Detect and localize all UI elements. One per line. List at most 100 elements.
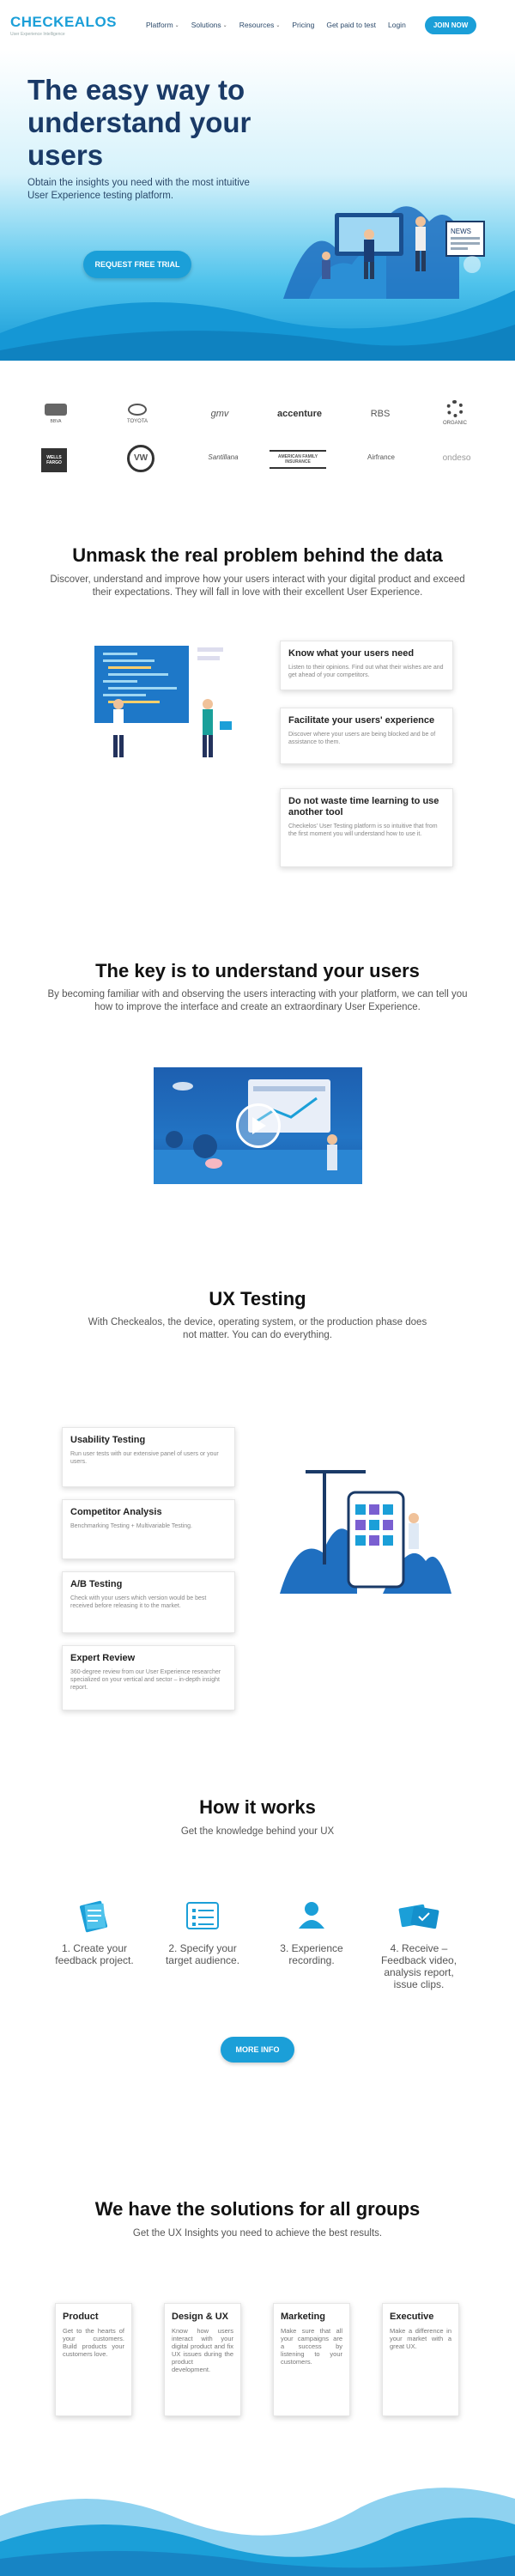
feature-card-text: Discover where your users are being bloc… <box>288 732 436 745</box>
chevron-down-icon: ⌄ <box>222 22 227 28</box>
step-target-audience: 2. Specify your target audience. <box>165 1942 240 1966</box>
client-logo: WELLS FARGO <box>41 448 67 472</box>
group-card-title: Product <box>63 2312 99 2322</box>
feature-card-facilitate: Facilitate your users' experience Discov… <box>280 708 453 764</box>
client-logo: AMERICAN FAMILY INSURANCE <box>270 450 326 469</box>
group-card-title: Design & UX <box>172 2312 229 2322</box>
feedback-cards-icon <box>398 1904 439 1929</box>
group-card-text: Make a difference in your market with a … <box>390 2327 451 2350</box>
menu-label: Resources <box>239 21 275 29</box>
checklist-icon <box>186 1902 219 1929</box>
group-card-text: Make sure that all your campaigns are a … <box>281 2327 342 2366</box>
menu-label: Solutions <box>191 21 221 29</box>
menu-label: Pricing <box>292 21 315 29</box>
ux-card-text: Benchmarking Testing + Multivariable Tes… <box>70 1523 192 1529</box>
ux-card-text: Check with your users which version woul… <box>70 1595 207 1609</box>
menu-label: Login <box>388 21 406 29</box>
ux-card-expert-review[interactable]: Expert Review 360-degree review from our… <box>62 1645 235 1710</box>
feature-card-know-users: Know what your users need Listen to thei… <box>280 641 453 690</box>
logo-tagline: User Experience Intelligence <box>10 31 65 37</box>
hero-title: The easy way to understand your users <box>27 74 251 171</box>
ux-card-text: Run user tests with our extensive panel … <box>70 1451 219 1465</box>
feature-card-text: Listen to their opinions. Find out what … <box>288 665 444 678</box>
section-subtitle-key: By becoming familiar with and observing … <box>47 989 468 1012</box>
section-subtitle-unmask: Discover, understand and improve how you… <box>50 574 465 598</box>
menu-item-get-paid[interactable]: Get paid to test <box>326 21 376 29</box>
hero-section: The easy way to understand your users Ob… <box>0 50 515 361</box>
video-player[interactable] <box>154 1067 362 1184</box>
feature-card-title: Know what your users need <box>288 648 415 659</box>
client-name: ORGANIC <box>442 421 467 426</box>
client-logos: BBVA TOYOTA gmv accenture RBS ORGANIC WE… <box>0 393 515 488</box>
section-title-solutions: We have the solutions for all groups <box>94 2198 421 2220</box>
group-card-executive[interactable]: Executive Make a difference in your mark… <box>382 2303 459 2416</box>
ux-card-competitor-analysis[interactable]: Competitor Analysis Benchmarking Testing… <box>62 1499 235 1559</box>
mobile-builder-illustration <box>280 1470 451 1594</box>
footer-wave-decoration <box>0 2488 515 2576</box>
feature-card-title: Facilitate your users' experience <box>288 715 435 726</box>
step-experience-recording: 3. Experience recording. <box>280 1942 343 1966</box>
menu-item-login[interactable]: Login <box>388 21 406 29</box>
main-menu: Platform ⌄ Solutions ⌄ Resources ⌄ Pricing … <box>146 15 477 34</box>
feature-card-intuitive-tool: Do not waste time learning to use anothe… <box>280 788 453 867</box>
play-icon <box>252 1117 266 1134</box>
play-button[interactable] <box>236 1103 281 1148</box>
section-title-unmask: Unmask the real problem behind the data <box>72 544 443 566</box>
client-logo: ORGANIC <box>436 400 474 427</box>
group-card-text: Get to the hearts of your customers. Bui… <box>63 2327 124 2358</box>
ux-card-title: Competitor Analysis <box>70 1507 162 1517</box>
developer-illustration <box>94 646 232 757</box>
ux-card-text: 360-degree review from our User Experien… <box>70 1669 221 1691</box>
feature-card-text: Checkelos' User Testing platform is so i… <box>288 823 438 837</box>
ux-card-title: Expert Review <box>70 1653 136 1663</box>
step-receive-feedback: 4. Receive – Feedback video, analysis re… <box>380 1942 457 1990</box>
menu-item-platform[interactable]: Platform ⌄ <box>146 21 179 29</box>
section-subtitle-ux-testing: With Checkealos, the device, operating s… <box>88 1317 427 1340</box>
client-logo: VW <box>127 445 154 472</box>
client-logo: accenture <box>277 409 322 419</box>
section-title-key: The key is to understand your users <box>95 960 420 981</box>
group-card-text: Know how users interact with your digita… <box>172 2327 233 2373</box>
chevron-down-icon: ⌄ <box>276 22 281 28</box>
group-card-product[interactable]: Product Get to the hearts of your custom… <box>55 2303 132 2416</box>
ux-card-title: Usability Testing <box>70 1435 146 1445</box>
client-name: TOYOTA <box>126 419 148 424</box>
feature-card-title: Do not waste time learning to use anothe… <box>288 796 439 817</box>
top-navigation: CHECKEALOS User Experience Intelligence … <box>0 0 515 50</box>
chevron-down-icon: ⌄ <box>174 22 179 28</box>
client-logo: RBS <box>359 409 402 419</box>
client-logo: BBVA <box>41 404 70 425</box>
menu-label: Get paid to test <box>326 21 376 29</box>
section-title-how-it-works: How it works <box>199 1796 316 1818</box>
logo-text: CHECKEALOS <box>10 13 118 30</box>
news-sign-text: NEWS <box>451 228 471 235</box>
menu-label: Platform <box>146 21 173 29</box>
menu-item-resources[interactable]: Resources ⌄ <box>239 21 281 29</box>
ux-card-ab-testing[interactable]: A/B Testing Check with your users which … <box>62 1571 235 1633</box>
clipboard-icon <box>79 1900 108 1933</box>
group-card-title: Marketing <box>281 2312 325 2322</box>
menu-item-solutions[interactable]: Solutions ⌄ <box>191 21 227 29</box>
group-card-title: Executive <box>390 2312 434 2322</box>
client-logo: Santillana <box>208 453 239 461</box>
section-title-ux-testing: UX Testing <box>209 1288 306 1309</box>
section-subtitle-solutions: Get the UX Insights you need to achieve … <box>132 2228 383 2239</box>
join-now-button[interactable]: JOIN NOW <box>424 15 477 34</box>
hero-subtitle: Obtain the insights you need with the mo… <box>27 178 250 201</box>
step-create-project: 1. Create your feedback project. <box>55 1942 134 1966</box>
menu-item-pricing[interactable]: Pricing <box>292 21 314 29</box>
hero-wave-decoration <box>0 290 515 361</box>
client-name: BBVA <box>50 419 62 424</box>
group-card-marketing[interactable]: Marketing Make sure that all your campai… <box>273 2303 350 2416</box>
client-logo: gmv <box>210 409 229 419</box>
client-logo: Airfrance <box>367 453 395 461</box>
client-logo: TOYOTA <box>120 404 154 425</box>
ux-card-usability-testing[interactable]: Usability Testing Run user tests with ou… <box>62 1427 235 1487</box>
more-info-button[interactable]: MORE INFO <box>221 2037 294 2063</box>
client-logo: ondeso <box>442 453 471 463</box>
group-card-design-ux[interactable]: Design & UX Know how users interact with… <box>164 2303 241 2416</box>
section-subtitle-how-it-works: Get the knowledge behind your UX <box>180 1826 335 1837</box>
logo[interactable]: CHECKEALOS User Experience Intelligence <box>10 14 122 37</box>
client-name: RBS <box>370 409 391 419</box>
user-icon <box>299 1902 324 1929</box>
